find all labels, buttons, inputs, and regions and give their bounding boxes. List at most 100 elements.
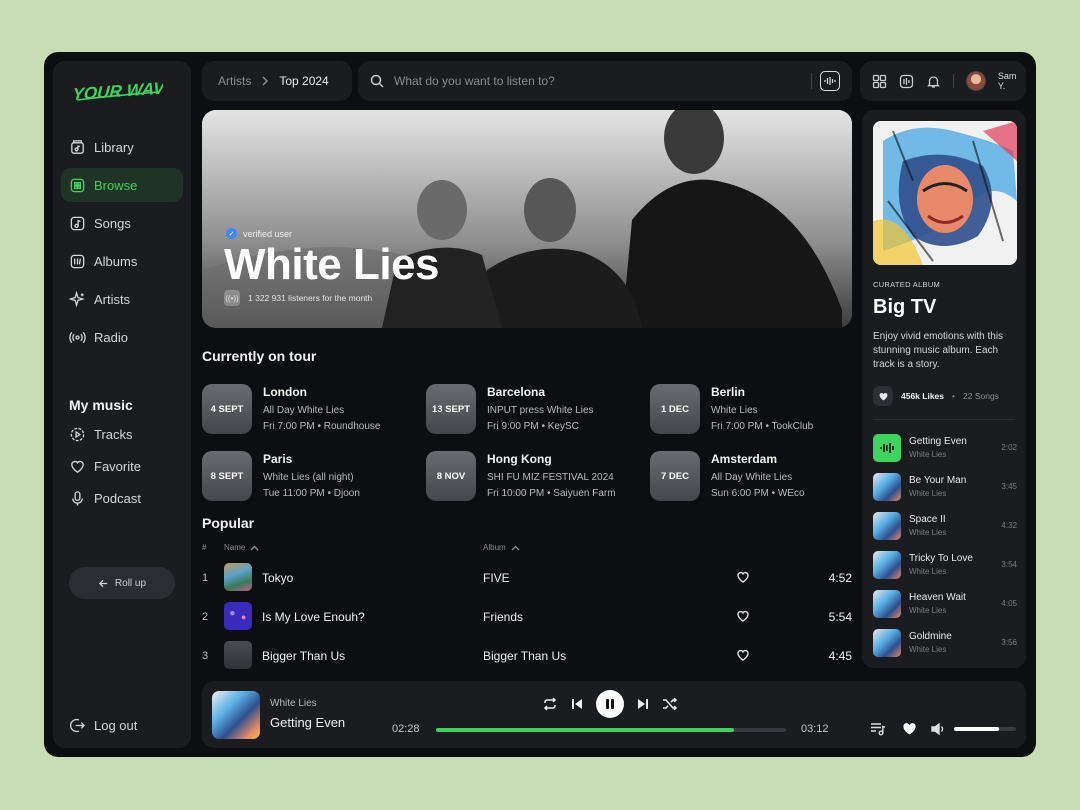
like-album-button[interactable] [873,386,893,406]
skip-forward-icon [638,699,648,709]
sort-up-icon [250,545,259,550]
shuffle-button[interactable] [661,695,679,713]
equalizer-icon[interactable] [899,74,914,89]
now-playing-artwork[interactable] [212,691,260,739]
heart-icon[interactable] [736,570,750,584]
track-artwork [224,563,252,591]
track-album[interactable]: Friends [483,610,523,624]
tour-event[interactable]: 8 SEPT Paris White Lies (all night) Tue 11… [202,451,402,503]
album-track-duration: 4:32 [1001,521,1017,530]
nav-songs[interactable]: Songs [61,206,183,240]
sound-wave-icon [880,443,894,453]
search-input[interactable] [394,74,794,88]
tour-city: London [263,385,307,399]
progress-bar[interactable] [436,728,786,732]
tour-event-name: White Lies (all night) [263,472,354,483]
previous-button[interactable] [568,695,586,713]
tour-event[interactable]: 1 DEC Berlin White Lies Fri 7:00 PM • Took… [650,384,850,436]
pause-icon [606,699,614,709]
track-album[interactable]: FIVE [483,571,510,585]
nav-label: Artists [94,291,131,307]
album-track-artist: White Lies [909,645,947,654]
nav-label: Tracks [94,426,133,442]
album-stats: 456k Likes • 22 Songs [873,386,999,406]
tour-event[interactable]: 7 DEC Amsterdam All Day White Lies Sun 6:0… [650,451,850,503]
album-track[interactable]: Be Your Man White Lies 3:45 [873,473,1017,501]
like-button[interactable] [901,721,917,737]
album-cover[interactable] [873,121,1017,265]
nav-tracks[interactable]: Tracks [61,417,183,451]
album-track[interactable]: Goldmine White Lies 3:56 [873,629,1017,657]
playlist-icon [871,723,886,736]
progress-fill [436,728,734,732]
nav-library[interactable]: Library [61,130,183,164]
play-circle-icon [70,427,85,441]
tour-city: Paris [263,452,293,466]
album-track[interactable]: Heaven Wait White Lies 4:05 [873,590,1017,618]
nav-label: Songs [94,215,131,231]
voice-search-button[interactable] [820,71,840,91]
nav-albums[interactable]: Albums [61,244,183,278]
breadcrumb-parent[interactable]: Artists [218,74,251,88]
tour-date: 4 SEPT [202,384,252,434]
tour-city: Barcelona [487,385,546,399]
volume-icon [930,722,943,736]
nav-label: Browse [94,177,138,193]
album-track-artist: White Lies [909,489,947,498]
album-track[interactable]: Getting Even White Lies 2:02 [873,434,1017,462]
nav-label: Library [94,139,134,155]
nav-podcast[interactable]: Podcast [61,481,183,515]
album-track-title: Tricky To Love [909,553,973,564]
volume-slider[interactable] [954,727,1016,731]
arrow-left-icon [98,579,108,587]
track-name: Tokyo [262,571,294,585]
likes-count: 456k Likes [901,391,945,401]
col-album[interactable]: Album [483,543,520,552]
nav-radio[interactable]: Radio [61,320,183,354]
repeat-button[interactable] [541,695,559,713]
heart-icon[interactable] [736,648,750,662]
logout-button[interactable]: Log out [69,717,137,734]
next-button[interactable] [634,695,652,713]
album-track-artist: White Lies [909,567,947,576]
volume-button[interactable] [930,721,946,737]
track-album[interactable]: Bigger Than Us [483,649,566,663]
browse-icon [70,178,85,192]
popular-title: Popular [202,515,255,531]
album-track[interactable]: Space II White Lies 4:32 [873,512,1017,540]
nav-favorite[interactable]: Favorite [61,449,183,483]
album-track-title: Be Your Man [909,475,967,486]
tour-event[interactable]: 4 SEPT London All Day White Lies Fri 7:00 … [202,384,402,436]
sparkle-icon [69,290,85,307]
now-playing-title[interactable]: Getting Even [270,715,345,730]
tour-event[interactable]: 8 NOV Hong Kong SHI FU MIZ FESTIVAL 2024 F… [426,451,626,503]
pause-button[interactable] [596,690,624,718]
avatar[interactable] [965,71,986,91]
album-description: Enjoy vivid emotions with this stunning … [873,331,1004,370]
table-row[interactable]: 1 Tokyo FIVE 4:52 [202,560,852,596]
user-name[interactable]: Sam Y. [998,71,1026,91]
track-number: 1 [202,572,209,584]
microphone-icon [72,490,83,506]
albums-icon [70,254,85,268]
col-name[interactable]: Name [224,543,259,552]
heart-icon[interactable] [736,609,750,623]
grid-icon[interactable] [872,74,887,89]
track-duration: 4:45 [828,649,852,663]
nav-browse[interactable]: Browse [61,168,183,202]
bell-icon[interactable] [926,74,941,89]
nav-artists[interactable]: Artists [61,282,183,316]
listeners-info: ((•)) 1 322 931 listeners for the month [224,290,372,306]
album-track-artwork [873,629,901,657]
app-logo[interactable]: YOUR WAVE [73,75,163,105]
roll-up-button[interactable]: Roll up [69,567,175,599]
table-row[interactable]: 3 Bigger Than Us Bigger Than Us 4:45 [202,638,852,674]
album-track-title: Space II [909,514,946,525]
track-number: 3 [202,650,209,662]
now-playing-artist[interactable]: White Lies [270,698,317,709]
queue-button[interactable] [870,721,886,737]
table-row[interactable]: 2 Is My Love Enouh? Friends 5:54 [202,599,852,635]
tour-event[interactable]: 13 SEPT Barcelona INPUT press White Lies F… [426,384,626,436]
album-track[interactable]: Tricky To Love White Lies 3:54 [873,551,1017,579]
album-track-title: Getting Even [909,436,967,447]
